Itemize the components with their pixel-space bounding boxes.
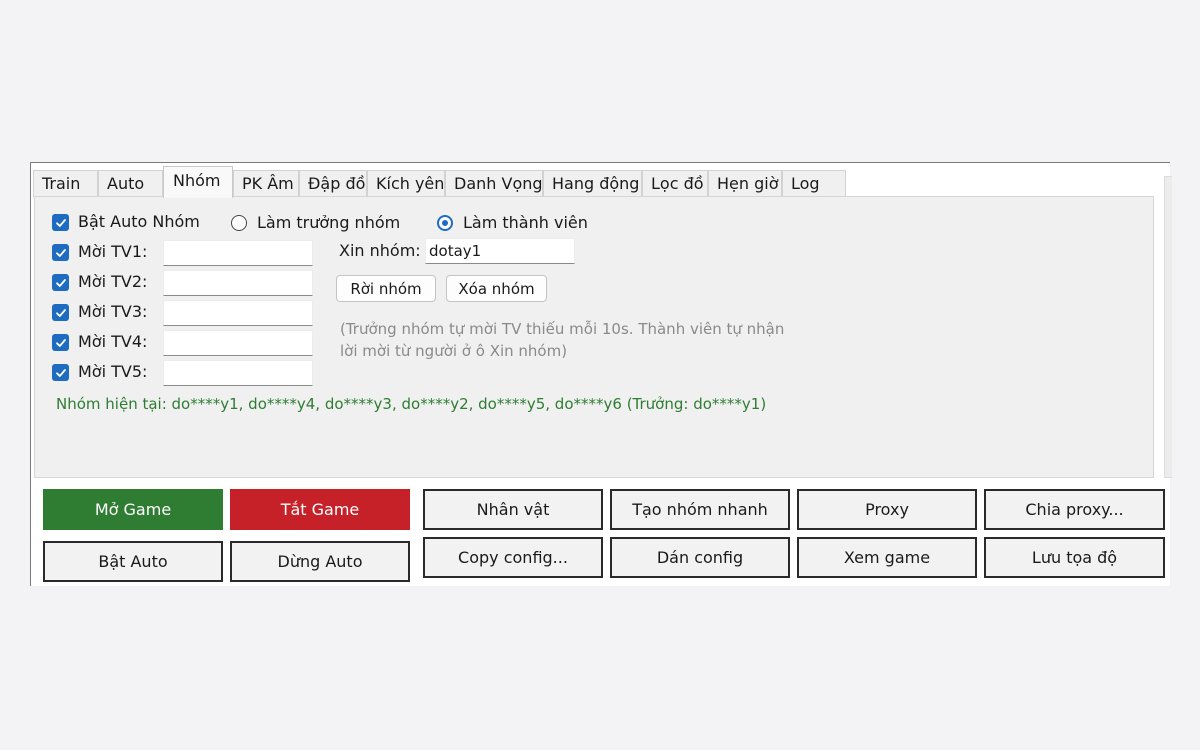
enable-auto-group-checkbox[interactable] xyxy=(52,214,69,231)
role-leader-radio[interactable] xyxy=(231,215,247,231)
copy-config-button[interactable]: Copy config... xyxy=(423,537,603,578)
invite-tv3-checkbox[interactable] xyxy=(52,304,69,321)
hint-line-2: lời mời từ người ở ô Xin nhóm) xyxy=(340,342,568,360)
tab-train[interactable]: Train xyxy=(33,170,98,197)
check-icon xyxy=(55,218,66,227)
tab-dap-do[interactable]: Đập đồ xyxy=(299,170,367,197)
join-group-input[interactable] xyxy=(425,238,575,264)
role-leader-label: Làm trưởng nhóm xyxy=(257,213,401,232)
invite-tv1-checkbox[interactable] xyxy=(52,244,69,261)
start-auto-button[interactable]: Bật Auto xyxy=(43,541,223,582)
check-icon xyxy=(55,248,66,257)
group-hint-text: (Trưởng nhóm tự mời TV thiếu mỗi 10s. Th… xyxy=(340,318,810,362)
tab-hang-dong[interactable]: Hang động xyxy=(543,170,642,197)
check-icon xyxy=(55,368,66,377)
hint-line-1: (Trưởng nhóm tự mời TV thiếu mỗi 10s. Th… xyxy=(340,320,785,338)
side-panel-edge xyxy=(1164,176,1172,478)
invite-tv2-input[interactable] xyxy=(163,270,313,296)
join-group-label: Xin nhóm: xyxy=(339,241,421,260)
invite-tv5-label: Mời TV5: xyxy=(78,362,148,381)
invite-tv5-checkbox[interactable] xyxy=(52,364,69,381)
invite-tv1-label: Mời TV1: xyxy=(78,242,148,261)
open-game-button[interactable]: Mở Game xyxy=(43,489,223,530)
close-game-button[interactable]: Tắt Game xyxy=(230,489,410,530)
tab-danh-vong[interactable]: Danh Vọng xyxy=(445,170,543,197)
app-window: Train Auto Nhóm PK Âm Đập đồ Kích yên Da… xyxy=(30,162,1172,586)
role-member-label: Làm thành viên xyxy=(463,213,588,232)
tab-pk-am[interactable]: PK Âm xyxy=(233,170,299,197)
invite-tv4-checkbox[interactable] xyxy=(52,334,69,351)
invite-tv2-checkbox[interactable] xyxy=(52,274,69,291)
invite-tv4-input[interactable] xyxy=(163,330,313,356)
paste-config-button[interactable]: Dán config xyxy=(610,537,790,578)
role-member-radio[interactable] xyxy=(437,215,453,231)
share-proxy-button[interactable]: Chia proxy... xyxy=(984,489,1165,530)
tab-kich-yen[interactable]: Kích yên xyxy=(367,170,445,197)
invite-tv1-input[interactable] xyxy=(163,240,313,266)
check-icon xyxy=(55,308,66,317)
leave-group-button[interactable]: Rời nhóm xyxy=(336,275,436,302)
invite-tv5-input[interactable] xyxy=(163,360,313,386)
tab-strip: Train Auto Nhóm PK Âm Đập đồ Kích yên Da… xyxy=(33,166,933,198)
invite-tv4-label: Mời TV4: xyxy=(78,332,148,351)
tab-hen-gio[interactable]: Hẹn giờ xyxy=(708,170,782,197)
enable-auto-group-label: Bật Auto Nhóm xyxy=(78,212,200,231)
invite-tv3-input[interactable] xyxy=(163,300,313,326)
stop-auto-button[interactable]: Dừng Auto xyxy=(230,541,410,582)
quick-group-button[interactable]: Tạo nhóm nhanh xyxy=(610,489,790,530)
invite-tv2-label: Mời TV2: xyxy=(78,272,148,291)
delete-group-button[interactable]: Xóa nhóm xyxy=(446,275,547,302)
tab-nhom[interactable]: Nhóm xyxy=(163,166,233,198)
invite-tv3-label: Mời TV3: xyxy=(78,302,148,321)
save-coords-button[interactable]: Lưu tọa độ xyxy=(984,537,1165,578)
check-icon xyxy=(55,278,66,287)
character-button[interactable]: Nhân vật xyxy=(423,489,603,530)
proxy-button[interactable]: Proxy xyxy=(797,489,977,530)
current-group-status: Nhóm hiện tại: do****y1, do****y4, do***… xyxy=(56,395,767,413)
tab-auto[interactable]: Auto xyxy=(98,170,163,197)
tab-log[interactable]: Log xyxy=(782,170,846,197)
view-game-button[interactable]: Xem game xyxy=(797,537,977,578)
check-icon xyxy=(55,338,66,347)
tab-loc-do[interactable]: Lọc đồ xyxy=(642,170,708,197)
group-tab-panel: Bật Auto Nhóm Làm trưởng nhóm Làm thành … xyxy=(34,196,1154,478)
